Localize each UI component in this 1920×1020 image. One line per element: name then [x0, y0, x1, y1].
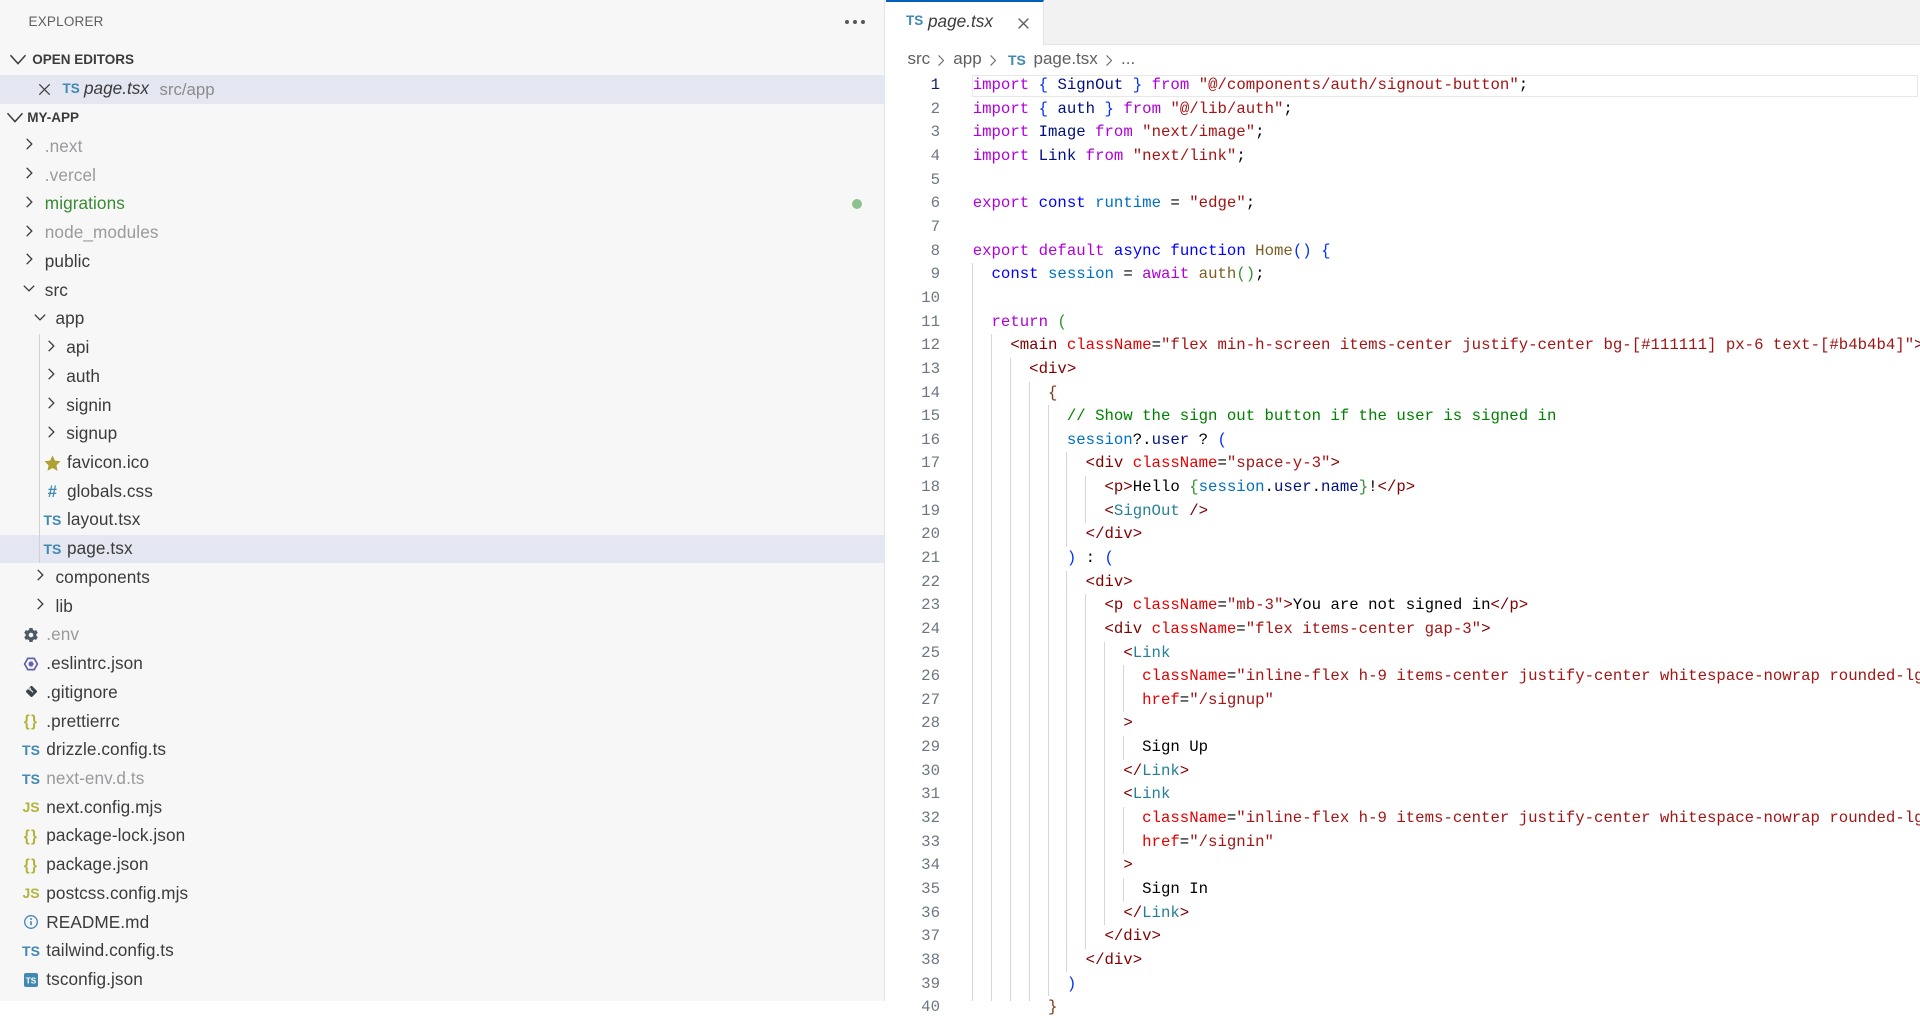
svg-text:TS: TS [26, 976, 37, 985]
